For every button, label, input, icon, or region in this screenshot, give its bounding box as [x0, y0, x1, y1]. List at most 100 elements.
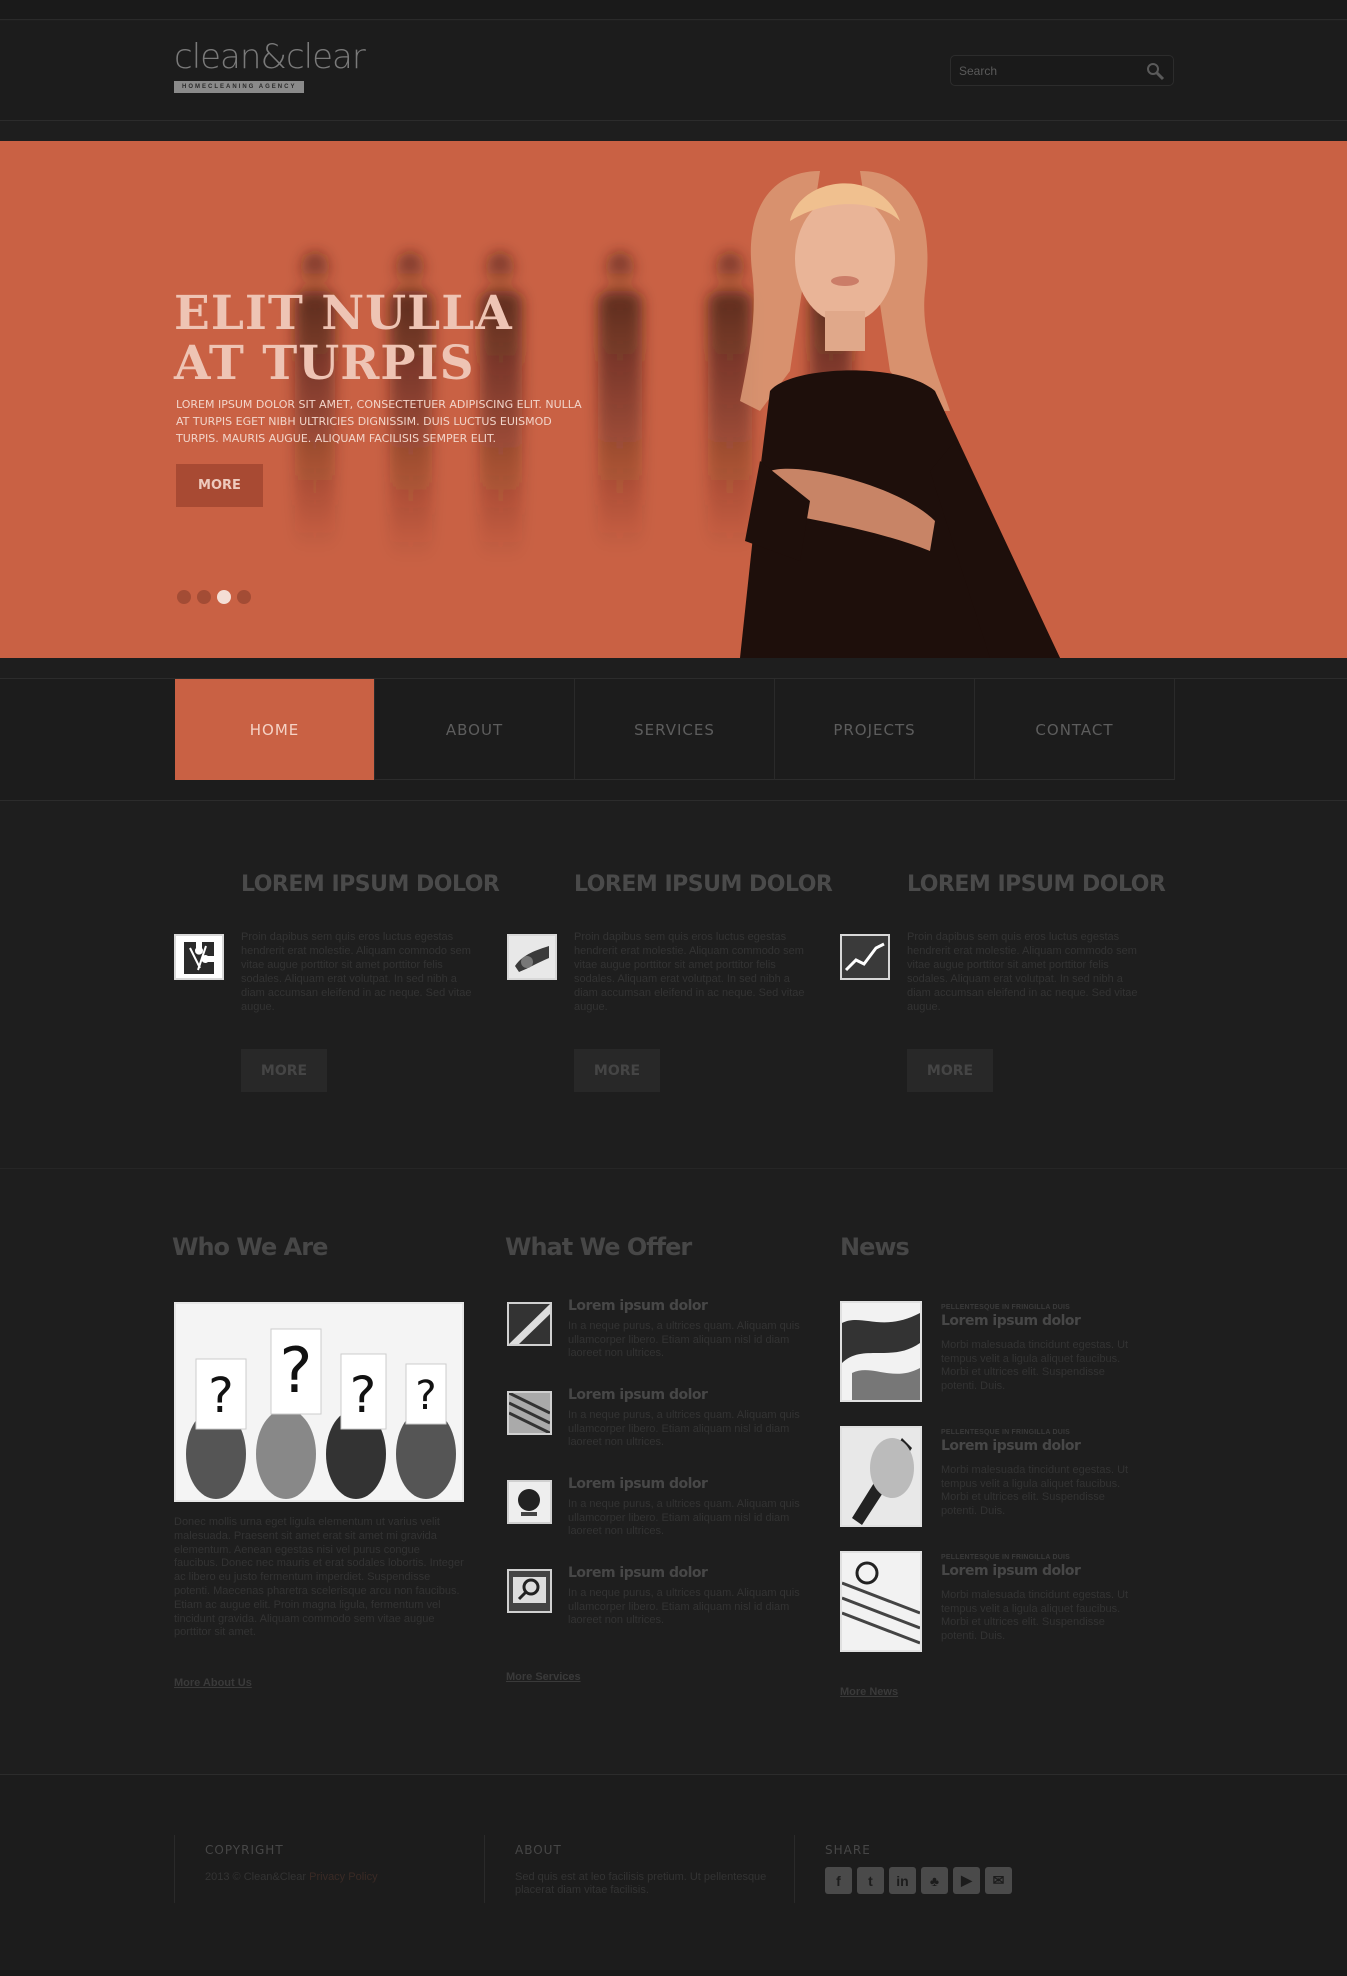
offer-item: Lorem ipsum dolor In a neque purus, a ul…	[507, 1387, 807, 1472]
news-kicker: PELLENTESQUE IN FRINGILLA DUIS	[941, 1429, 1071, 1436]
twitter-icon[interactable]: t	[857, 1867, 884, 1894]
svg-text:?: ?	[415, 1373, 436, 1419]
globe-icon	[507, 1480, 552, 1524]
puzzle-icon	[174, 934, 224, 980]
nav-item-home[interactable]: HOME	[175, 679, 375, 780]
nav-item-about[interactable]: ABOUT	[375, 679, 575, 780]
privacy-policy-link[interactable]: Privacy Policy	[309, 1871, 377, 1883]
copyright-heading: COPYRIGHT	[205, 1843, 284, 1857]
hero-more-button[interactable]: MORE	[176, 464, 263, 507]
feature-text: Proin dapibus sem quis eros luctus egest…	[241, 931, 472, 1013]
about-text: Sed quis est at leo facilisis pretium. U…	[515, 1871, 767, 1896]
chart-icon	[840, 934, 890, 980]
news-item-text: Morbi malesuada tincidunt egestas. Ut te…	[941, 1339, 1129, 1392]
news-item-title[interactable]: Lorem ipsum dolor	[941, 1438, 1081, 1454]
footer-copyright: COPYRIGHT 2013 © Clean&Clear Privacy Pol…	[174, 1835, 484, 1903]
svg-text:?: ?	[208, 1368, 233, 1424]
copyright-value: 2013 © Clean&Clear	[205, 1871, 307, 1883]
building-icon	[507, 1391, 552, 1435]
copyright-text: 2013 © Clean&Clear Privacy Policy	[205, 1871, 484, 1884]
hero-text: Lorem ipsum dolor sit amet, consectetuer…	[176, 398, 582, 445]
offer-item-title[interactable]: Lorem ipsum dolor	[568, 1476, 708, 1492]
slider-dot-active[interactable]	[217, 590, 231, 604]
offer-item-text: In a neque purus, a ultrices quam. Aliqu…	[568, 1498, 800, 1537]
news-item-text: Morbi malesuada tincidunt egestas. Ut te…	[941, 1589, 1129, 1642]
svg-text:?: ?	[280, 1334, 313, 1407]
youtube-icon[interactable]: ▶	[953, 1867, 980, 1894]
slider-dot[interactable]	[237, 590, 251, 604]
hero-title: ELIT NULLA AT TURPIS	[174, 289, 513, 389]
feature-more-button[interactable]: MORE	[241, 1049, 327, 1092]
feature-title: LOREM IPSUM DOLOR	[574, 872, 833, 897]
offer-item-title[interactable]: Lorem ipsum dolor	[568, 1298, 708, 1314]
who-we-are-image: ? ? ? ?	[174, 1302, 464, 1502]
offer-item-title[interactable]: Lorem ipsum dolor	[568, 1565, 708, 1581]
hero-title-line1: ELIT NULLA	[174, 286, 513, 341]
feature-more-button[interactable]: MORE	[574, 1049, 660, 1092]
feature-title: LOREM IPSUM DOLOR	[907, 872, 1166, 897]
slider-pagination	[177, 590, 251, 604]
logo-text: clean&clear	[174, 37, 366, 77]
linkedin-icon[interactable]: in	[889, 1867, 916, 1894]
hero-slider: ELIT NULLA AT TURPIS Lorem ipsum dolor s…	[0, 141, 1347, 658]
bottom-strip	[0, 1970, 1347, 1976]
feature-text: Proin dapibus sem quis eros luctus egest…	[574, 931, 805, 1013]
who-we-are-title: Who We Are	[172, 1233, 328, 1261]
offer-item: Lorem ipsum dolor In a neque purus, a ul…	[507, 1476, 807, 1561]
offer-item-title[interactable]: Lorem ipsum dolor	[568, 1387, 708, 1403]
more-about-us-link[interactable]: More About Us	[174, 1677, 252, 1689]
news-item-title[interactable]: Lorem ipsum dolor	[941, 1563, 1081, 1579]
site-header: clean&clear HOMECLEANING AGENCY	[0, 21, 1347, 121]
feature-text: Proin dapibus sem quis eros luctus egest…	[907, 931, 1138, 1013]
myspace-icon[interactable]: ♣	[921, 1867, 948, 1894]
more-services-link[interactable]: More Services	[506, 1671, 581, 1683]
feature-more-button[interactable]: MORE	[907, 1049, 993, 1092]
handshake-icon	[507, 934, 557, 980]
main-navigation: HOME ABOUT SERVICES PROJECTS CONTACT	[0, 678, 1347, 801]
news-item: PELLENTESQUE IN FRINGILLA DUIS Lorem ips…	[840, 1301, 1160, 1411]
nav-item-services[interactable]: SERVICES	[575, 679, 775, 780]
footer-about: ABOUT Sed quis est at leo facilisis pret…	[484, 1835, 794, 1903]
hero-title-line2: AT TURPIS	[174, 336, 475, 391]
offer-item-text: In a neque purus, a ultrices quam. Aliqu…	[568, 1320, 800, 1359]
light-icon	[507, 1302, 552, 1346]
search-box	[950, 55, 1174, 86]
who-we-are-text: Donec mollis urna eget ligula elementum …	[174, 1516, 464, 1639]
more-news-link[interactable]: More News	[840, 1686, 898, 1698]
slider-dot[interactable]	[177, 590, 191, 604]
nav-item-projects[interactable]: PROJECTS	[775, 679, 975, 780]
news-image	[840, 1551, 922, 1652]
news-item-text: Morbi malesuada tincidunt egestas. Ut te…	[941, 1464, 1129, 1517]
section-divider	[0, 1168, 1347, 1169]
woman-figure	[740, 171, 1060, 658]
slider-dot[interactable]	[197, 590, 211, 604]
news-item-title[interactable]: Lorem ipsum dolor	[941, 1313, 1081, 1329]
logo[interactable]: clean&clear HOMECLEANING AGENCY	[174, 37, 366, 93]
news-item: PELLENTESQUE IN FRINGILLA DUIS Lorem ips…	[840, 1551, 1160, 1661]
news-title: News	[840, 1233, 910, 1261]
news-image	[840, 1301, 922, 1402]
news-item: PELLENTESQUE IN FRINGILLA DUIS Lorem ips…	[840, 1426, 1160, 1536]
news-image	[840, 1426, 922, 1527]
news-kicker: PELLENTESQUE IN FRINGILLA DUIS	[941, 1304, 1071, 1311]
magnifier-icon	[507, 1569, 552, 1613]
what-we-offer-title: What We Offer	[505, 1233, 692, 1261]
facebook-icon[interactable]: f	[825, 1867, 852, 1894]
search-icon[interactable]	[1145, 61, 1165, 81]
social-links: f t in ♣ ▶ ✉	[825, 1867, 1104, 1894]
offer-item-text: In a neque purus, a ultrices quam. Aliqu…	[568, 1409, 800, 1448]
news-kicker: PELLENTESQUE IN FRINGILLA DUIS	[941, 1554, 1071, 1561]
chat-icon[interactable]: ✉	[985, 1867, 1012, 1894]
offer-item: Lorem ipsum dolor In a neque purus, a ul…	[507, 1298, 807, 1383]
offer-item-text: In a neque purus, a ultrices quam. Aliqu…	[568, 1587, 800, 1626]
footer-share: SHARE f t in ♣ ▶ ✉	[794, 1835, 1104, 1903]
top-strip	[0, 0, 1347, 20]
offer-item: Lorem ipsum dolor In a neque purus, a ul…	[507, 1565, 807, 1650]
svg-text:?: ?	[350, 1366, 377, 1424]
share-heading: SHARE	[825, 1843, 871, 1857]
nav-item-contact[interactable]: CONTACT	[975, 679, 1175, 780]
feature-title: LOREM IPSUM DOLOR	[241, 872, 500, 897]
search-input[interactable]	[959, 62, 1139, 80]
logo-tagline: HOMECLEANING AGENCY	[174, 81, 305, 93]
about-heading: ABOUT	[515, 1843, 562, 1857]
